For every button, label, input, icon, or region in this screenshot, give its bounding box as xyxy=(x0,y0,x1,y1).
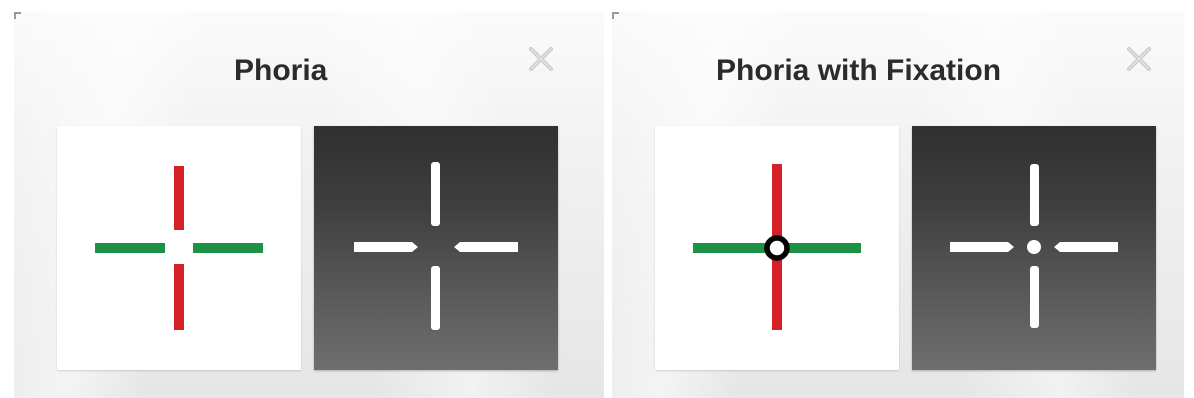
close-icon[interactable] xyxy=(524,42,558,76)
split-cross-target-icon xyxy=(354,162,518,330)
phoria-panel: Phoria xyxy=(14,12,604,398)
phoria-targets-screen: Phoria Phoria with Fixation xyxy=(0,0,1194,398)
split-cross-with-fixation-dot-icon xyxy=(950,164,1118,328)
panel-divider xyxy=(604,12,612,398)
close-icon[interactable] xyxy=(1122,42,1156,76)
corner-mark xyxy=(612,12,619,19)
panel-title: Phoria xyxy=(234,54,328,87)
phoria-light-target-tile[interactable] xyxy=(57,126,301,370)
panel-title: Phoria with Fixation xyxy=(716,54,1002,87)
phoria-fixation-dark-target-tile[interactable] xyxy=(912,126,1156,370)
cross-with-fixation-ring-icon xyxy=(693,164,861,330)
phoria-dark-target-tile[interactable] xyxy=(314,126,558,370)
phoria-fixation-light-target-tile[interactable] xyxy=(655,126,899,370)
split-cross-target-icon xyxy=(95,166,263,330)
corner-mark xyxy=(14,12,21,19)
phoria-with-fixation-panel: Phoria with Fixation xyxy=(612,12,1184,398)
